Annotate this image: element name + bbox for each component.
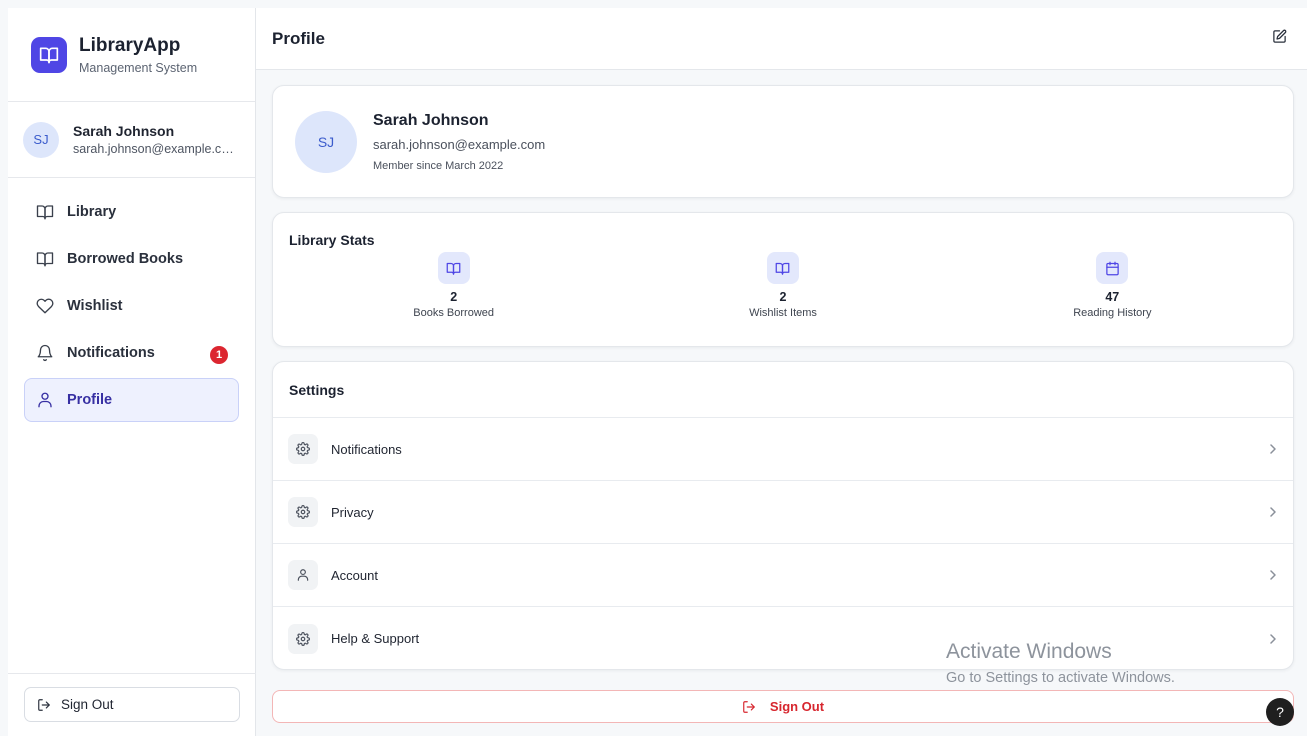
stat-value: 47 xyxy=(1105,290,1120,304)
profile-card: SJ Sarah Johnson sarah.johnson@example.c… xyxy=(272,85,1294,198)
content: SJ Sarah Johnson sarah.johnson@example.c… xyxy=(272,85,1294,684)
stats-row: 2 Books Borrowed 2 Wishlist Items 47 Rea… xyxy=(289,252,1277,319)
book-open-icon xyxy=(437,252,470,284)
settings-item-help-support[interactable]: Help & Support xyxy=(273,607,1293,670)
sign-out-icon xyxy=(742,700,756,714)
sign-out-icon xyxy=(37,698,51,712)
stat-wishlist-items: 2 Wishlist Items xyxy=(618,252,947,319)
sidebar-user[interactable]: SJ Sarah Johnson sarah.johnson@example.c… xyxy=(8,102,255,178)
notification-badge: 1 xyxy=(210,346,228,364)
profile-email: sarah.johnson@example.com xyxy=(373,136,546,152)
sidebar-footer: Sign Out xyxy=(8,673,256,736)
avatar: SJ xyxy=(295,110,357,173)
book-open-icon xyxy=(36,250,54,268)
profile-name: Sarah Johnson xyxy=(373,111,489,129)
sidebar-nav: Library Borrowed Books Wishlist Notifica… xyxy=(8,178,255,422)
stat-label: Reading History xyxy=(1073,307,1152,319)
settings-item-privacy[interactable]: Privacy xyxy=(273,481,1293,544)
sidebar-item-label: Wishlist xyxy=(67,298,123,314)
sidebar-item-notifications[interactable]: Notifications 1 xyxy=(24,331,239,375)
question-icon: ? xyxy=(1276,704,1284,720)
edit-profile-button[interactable] xyxy=(1267,27,1291,51)
settings-item-label: Account xyxy=(331,567,378,583)
app-window: LibraryApp Management System SJ Sarah Jo… xyxy=(8,8,1307,736)
chevron-right-icon xyxy=(1267,443,1279,455)
stat-label: Wishlist Items xyxy=(749,307,817,319)
bell-icon xyxy=(36,344,54,362)
sidebar-item-label: Profile xyxy=(67,392,113,408)
main-area: Profile SJ Sarah Johnson sarah.johnson@e… xyxy=(256,8,1307,736)
settings-item-notifications[interactable]: Notifications xyxy=(273,418,1293,481)
stat-value: 2 xyxy=(450,290,458,304)
settings-card: Settings Notifications Privacy Account H… xyxy=(272,361,1294,670)
gear-icon xyxy=(288,623,318,654)
library-stats-card: Library Stats 2 Books Borrowed 2 Wishlis… xyxy=(272,212,1294,347)
chevron-right-icon xyxy=(1267,506,1279,518)
brand: LibraryApp Management System xyxy=(8,8,255,102)
gear-icon xyxy=(288,497,318,527)
book-open-icon xyxy=(766,252,799,284)
edit-icon xyxy=(1272,29,1287,49)
user-icon xyxy=(288,560,318,590)
sign-out-label: Sign Out xyxy=(769,699,825,714)
sidebar-item-wishlist[interactable]: Wishlist xyxy=(24,284,239,328)
sidebar-item-borrowed-books[interactable]: Borrowed Books xyxy=(24,237,239,281)
sidebar-item-library[interactable]: Library xyxy=(24,190,239,234)
user-name: Sarah Johnson xyxy=(73,123,175,139)
gear-icon xyxy=(288,434,318,464)
sidebar: LibraryApp Management System SJ Sarah Jo… xyxy=(8,8,256,736)
calendar-icon xyxy=(1096,252,1129,284)
settings-item-label: Privacy xyxy=(331,504,374,520)
settings-item-label: Help & Support xyxy=(331,631,420,646)
chevron-right-icon xyxy=(1267,633,1279,645)
stat-reading-history: 47 Reading History xyxy=(948,252,1277,319)
chevron-right-icon xyxy=(1267,569,1279,581)
brand-name: LibraryApp xyxy=(79,34,181,56)
stat-books-borrowed: 2 Books Borrowed xyxy=(289,252,618,319)
stat-label: Books Borrowed xyxy=(413,307,495,319)
book-open-icon xyxy=(36,203,54,221)
help-button[interactable]: ? xyxy=(1266,698,1294,726)
sign-out-button[interactable]: Sign Out xyxy=(272,690,1294,723)
heart-icon xyxy=(36,297,54,315)
sidebar-item-label: Borrowed Books xyxy=(67,251,184,267)
settings-header: Settings xyxy=(273,362,1293,418)
settings-item-label: Notifications xyxy=(331,441,402,457)
page-title: Profile xyxy=(272,28,325,48)
stat-value: 2 xyxy=(779,290,787,304)
avatar: SJ xyxy=(23,121,59,158)
user-email: sarah.johnson@example.com xyxy=(73,142,238,156)
section-title: Settings xyxy=(289,381,345,398)
page-header: Profile xyxy=(256,8,1307,70)
member-since: Member since March 2022 xyxy=(373,159,504,172)
section-title: Library Stats xyxy=(289,232,375,248)
sidebar-sign-out-button[interactable]: Sign Out xyxy=(24,687,240,722)
sign-out-label: Sign Out xyxy=(61,697,114,712)
sidebar-item-label: Library xyxy=(67,204,117,220)
sidebar-item-label: Notifications xyxy=(67,345,155,361)
settings-item-account[interactable]: Account xyxy=(273,544,1293,607)
brand-subtitle: Management System xyxy=(79,60,198,75)
book-logo-icon xyxy=(31,36,67,73)
sidebar-item-profile[interactable]: Profile xyxy=(24,378,239,422)
user-icon xyxy=(36,391,54,409)
